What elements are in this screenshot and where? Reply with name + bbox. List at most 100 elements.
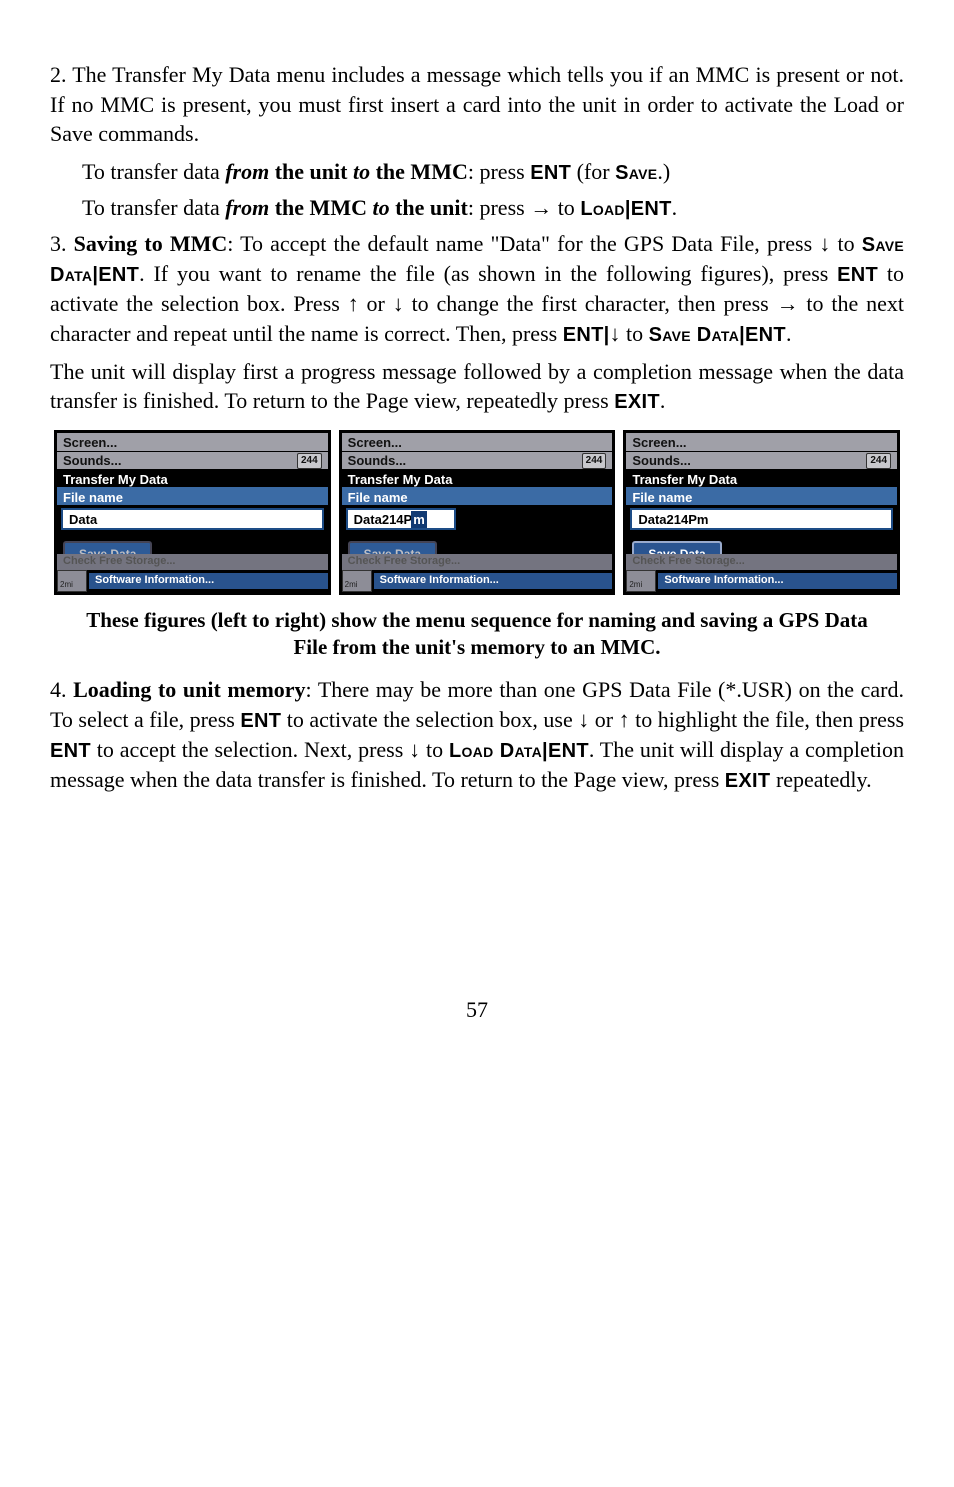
text: To transfer data bbox=[82, 195, 225, 220]
key-ent: ENT bbox=[563, 324, 604, 346]
text: 3. bbox=[50, 231, 74, 256]
text: . bbox=[786, 321, 792, 346]
text: . bbox=[672, 195, 678, 220]
map-scale-icon bbox=[57, 570, 87, 592]
menu-row-sounds: Sounds... 244 bbox=[57, 451, 328, 469]
menu-row-screen: Screen... bbox=[342, 433, 613, 451]
filename-field[interactable]: Data214Pm bbox=[630, 508, 893, 530]
label-filename: File name bbox=[57, 487, 328, 505]
value: Data214Pm bbox=[638, 511, 708, 529]
text-from: from bbox=[225, 159, 269, 184]
transfer-from-mmc-line: To transfer data from the MMC to the uni… bbox=[82, 193, 904, 223]
text: to change the first character, then pres… bbox=[404, 291, 777, 316]
text: . If you want to rename the file (as sho… bbox=[139, 261, 837, 286]
figure-caption: These figures (left to right) show the m… bbox=[70, 607, 884, 662]
header-transfer: Transfer My Data bbox=[342, 469, 613, 487]
menu-check-storage: Check Free Storage... bbox=[342, 554, 613, 570]
text: To transfer data bbox=[82, 159, 225, 184]
key-ent: ENT bbox=[631, 198, 672, 220]
header-transfer: Transfer My Data bbox=[57, 469, 328, 487]
filename-field[interactable]: Data bbox=[61, 508, 324, 530]
key-ent: ENT bbox=[50, 740, 91, 762]
arrow-down-icon: ↓ bbox=[610, 321, 621, 346]
text: the unit bbox=[390, 195, 468, 220]
key-exit: EXIT bbox=[725, 770, 771, 792]
arrow-right-icon: → bbox=[530, 195, 552, 220]
menu-software-info: Software Information... bbox=[89, 573, 328, 589]
text: or bbox=[589, 707, 618, 732]
menu-save-data: Save Data bbox=[649, 324, 739, 346]
key-ent: ENT bbox=[745, 324, 786, 346]
text: to activate the selection box, use bbox=[281, 707, 578, 732]
badge-244: 244 bbox=[582, 453, 607, 469]
menu-load: Load bbox=[580, 198, 625, 220]
label: Sounds... bbox=[632, 452, 691, 470]
text: to bbox=[830, 231, 861, 256]
label: Screen... bbox=[63, 434, 117, 452]
menu-row-screen: Screen... bbox=[57, 433, 328, 451]
text: the unit bbox=[269, 159, 353, 184]
text-to: to bbox=[353, 159, 370, 184]
label: Sounds... bbox=[63, 452, 122, 470]
key-ent: ENT bbox=[837, 264, 878, 286]
text: the MMC bbox=[370, 159, 468, 184]
key-ent: ENT bbox=[98, 264, 139, 286]
heading-saving: Saving to MMC bbox=[74, 231, 228, 256]
paragraph-4-loading: 4. Loading to unit memory: There may be … bbox=[50, 675, 904, 795]
text: The unit will display first a progress m… bbox=[50, 359, 904, 414]
key-ent: ENT bbox=[240, 710, 281, 732]
screenshot-3: Screen... Sounds...244 Transfer My Data … bbox=[623, 430, 900, 594]
screenshot-2: Screen... Sounds...244 Transfer My Data … bbox=[339, 430, 616, 594]
cursor-char: m bbox=[411, 511, 427, 529]
text: to accept the selection. Next, press bbox=[91, 737, 409, 762]
text: or bbox=[359, 291, 393, 316]
value: Data bbox=[69, 511, 97, 529]
footer: Check Free Storage... Software Informati… bbox=[57, 554, 328, 592]
transfer-from-unit-line: To transfer data from the unit to the MM… bbox=[82, 157, 904, 187]
paragraph-progress: The unit will display first a progress m… bbox=[50, 357, 904, 417]
text: the MMC bbox=[269, 195, 372, 220]
text: : press bbox=[468, 159, 530, 184]
arrow-down-icon: ↓ bbox=[393, 291, 404, 316]
text: repeatedly. bbox=[770, 767, 871, 792]
menu-row-screen: Screen... bbox=[626, 433, 897, 451]
text: : press bbox=[468, 195, 530, 220]
page-number: 57 bbox=[50, 995, 904, 1025]
key-ent: ENT bbox=[530, 162, 571, 184]
text: : To accept the default name "Data" for … bbox=[227, 231, 819, 256]
label-filename: File name bbox=[342, 487, 613, 505]
arrow-down-icon: ↓ bbox=[409, 737, 420, 762]
screenshot-1: Screen... Sounds...244 Transfer My Data … bbox=[54, 430, 331, 594]
arrow-up-icon: ↑ bbox=[619, 707, 630, 732]
text-from: from bbox=[225, 195, 269, 220]
key-exit: EXIT bbox=[614, 391, 660, 413]
map-scale-icon bbox=[626, 570, 656, 592]
menu-check-storage: Check Free Storage... bbox=[57, 554, 328, 570]
arrow-right-icon: → bbox=[777, 291, 799, 316]
key-ent: ENT bbox=[548, 740, 589, 762]
value: Data214P bbox=[354, 511, 413, 529]
text: to bbox=[552, 195, 580, 220]
menu-load-data: Load Data bbox=[449, 740, 542, 762]
label: Sounds... bbox=[348, 452, 407, 470]
menu-row-sounds: Sounds... 244 bbox=[342, 451, 613, 469]
footer: Check Free Storage... Software Informati… bbox=[342, 554, 613, 592]
paragraph-3-saving: 3. Saving to MMC: To accept the default … bbox=[50, 229, 904, 349]
text: (for bbox=[571, 159, 615, 184]
arrow-down-icon: ↓ bbox=[578, 707, 589, 732]
arrow-down-icon: ↓ bbox=[819, 231, 830, 256]
paragraph-2: 2. The Transfer My Data menu includes a … bbox=[50, 60, 904, 149]
menu-software-info: Software Information... bbox=[658, 573, 897, 589]
menu-row-sounds: Sounds... 244 bbox=[626, 451, 897, 469]
menu-save: Save bbox=[615, 162, 657, 184]
text: to bbox=[621, 321, 649, 346]
label-filename: File name bbox=[626, 487, 897, 505]
text: 4. bbox=[50, 677, 73, 702]
badge-244: 244 bbox=[297, 453, 322, 469]
filename-field[interactable]: Data214Pm bbox=[346, 508, 456, 530]
badge-244: 244 bbox=[866, 453, 891, 469]
footer: Check Free Storage... Software Informati… bbox=[626, 554, 897, 592]
arrow-up-icon: ↑ bbox=[348, 291, 359, 316]
heading-loading: Loading to unit memory bbox=[73, 677, 305, 702]
text: to highlight the file, then press bbox=[630, 707, 904, 732]
